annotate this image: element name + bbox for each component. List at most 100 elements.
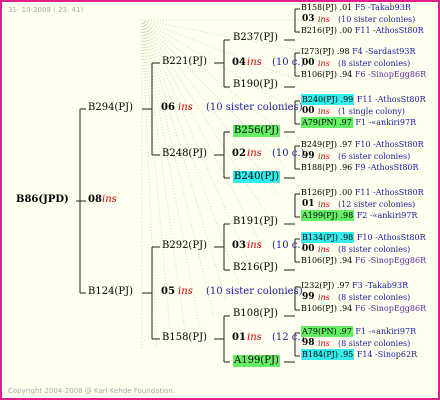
ancestor-location: F2 -«ankiri97R <box>356 211 418 220</box>
ancestor-note: (1 single colony) <box>338 107 405 116</box>
parent-name: B124(PJ) <box>88 286 133 297</box>
ancestor-note: (6 sister colonies) <box>338 152 411 161</box>
ancestor-location: F3 -Takab93R <box>352 281 409 290</box>
grandparent-name: B158(PJ) <box>162 332 207 343</box>
ancestor-ins: ins <box>318 59 330 68</box>
ancestor-row: B184(PJ) .95 F14 -Sinop62R <box>301 349 418 360</box>
ancestor-ins: ins <box>318 245 330 254</box>
grandparent-year: 03 <box>232 240 246 251</box>
grandparent-note: (10 c.) <box>272 148 305 159</box>
grandparent-name: B292(PJ) <box>162 240 207 251</box>
ancestor-name-value: A199(PJ) .98 <box>301 210 355 221</box>
ancestor-name: B249(PJ) <box>301 140 337 149</box>
grandparent-ins: ins <box>247 148 262 159</box>
ancestor-row: B106(PJ) .94 F6 -SinopEgg86R <box>301 305 426 313</box>
ancestor-value: .94 <box>339 256 353 265</box>
great-grandparent-name: B190(PJ) <box>233 79 278 90</box>
ancestor-row: B134(PJ) .98 F10 -AthosSt80R <box>301 232 426 243</box>
ancestor-ins: ins <box>318 15 330 24</box>
ancestor-location: F11 -AthosSt80R <box>354 26 424 35</box>
ancestor-row: B188(PJ) .96 F9 -AthosSt80R <box>301 164 419 172</box>
ancestor-name-value: B106(PJ) .94 <box>301 304 352 313</box>
parent-year: 05 <box>161 286 175 297</box>
ancestor-name: B106(PJ) <box>301 70 337 79</box>
ancestor-value: .94 <box>339 304 353 313</box>
ancestor-value: .00 <box>339 26 353 35</box>
ancestor-value: .98 <box>336 47 350 56</box>
ancestor-name: A79(PN) <box>302 118 337 127</box>
ancestor-location: F10 -AthosSt80R <box>356 233 426 242</box>
great-grandparent-name: B237(PJ) <box>233 32 278 43</box>
ancestor-value: .98 <box>340 211 354 220</box>
pedigree-frame: 31- 10-2008 ( 23: 41) B86(JPD) 08 ins B294(… <box>0 0 440 400</box>
ancestor-year: 99 <box>302 151 315 161</box>
ancestor-value: .96 <box>339 163 353 172</box>
ancestor-name-value: B106(PJ) .94 <box>301 256 352 265</box>
ancestor-note: (8 sister colonies) <box>338 59 411 68</box>
ancestor-value: .97 <box>339 118 352 127</box>
ancestor-name: I232(PJ) <box>301 281 335 290</box>
great-grandparent-name: A199(PJ) <box>233 355 280 367</box>
ancestor-name: B134(PJ) <box>302 233 338 242</box>
ancestor-location: F4 -Sardast93R <box>352 47 416 56</box>
ancestor-year: 99 <box>302 292 315 302</box>
ancestor-name-value: I273(PJ) .98 <box>301 47 350 56</box>
ancestor-name-value: A79(PN) .97 <box>301 326 353 337</box>
ancestor-location: F1 -«ankiri97R <box>355 118 417 127</box>
grandparent-ins: ins <box>247 332 262 343</box>
grandparent-note: (10 c.) <box>272 56 305 68</box>
ancestor-name-value: B249(PJ) .97 <box>301 140 352 149</box>
parent-note: (10 sister colonies) <box>206 286 303 297</box>
ancestor-name: B158(PJ) <box>301 3 337 12</box>
ancestor-value: .00 <box>339 188 353 197</box>
ancestor-row: B158(PJ) .01 F5 -Takab93R <box>301 4 411 12</box>
copyright-text: Copyright 2004-2008 @ Karl Kehde Foundat… <box>8 387 176 395</box>
parent-name: B294(PJ) <box>88 102 133 113</box>
ancestor-name: B240(PJ) <box>302 95 338 104</box>
ancestor-location: F11 -AthosSt80R <box>354 188 424 197</box>
ancestor-name: A199(PJ) <box>302 211 338 220</box>
grandparent-note: (10 c.) <box>272 240 305 251</box>
ancestor-value: .97 <box>336 281 350 290</box>
ancestor-name-value: B188(PJ) .96 <box>301 163 352 172</box>
ancestor-name-value: A79(PN) .97 <box>301 117 353 128</box>
ancestor-row: A199(PJ) .98 F2 -«ankiri97R <box>301 210 418 221</box>
ancestor-note: (8 sister colonies) <box>338 245 411 254</box>
grandparent-year: 04 <box>232 56 246 68</box>
ancestor-name: A79(PN) <box>302 327 337 336</box>
ancestor-value: .97 <box>339 327 352 336</box>
grandparent-ins: ins <box>247 240 262 251</box>
ancestor-year: 00 <box>302 106 315 116</box>
ancestor-location: F14 -Sinop62R <box>356 350 418 359</box>
ancestor-ins: ins <box>318 293 330 302</box>
ancestor-name-value: B184(PJ) .95 <box>301 349 355 360</box>
ancestor-value: .97 <box>339 140 353 149</box>
grandparent-name: B248(PJ) <box>162 148 207 159</box>
ancestor-year: 00 <box>302 58 315 68</box>
ancestor-name-value: B216(PJ) .00 <box>301 26 352 35</box>
ancestor-ins: ins <box>318 339 330 348</box>
ancestor-note: (8 sister colonies) <box>338 293 411 302</box>
ancestor-row: B216(PJ) .00 F11 -AthosSt80R <box>301 27 424 35</box>
pedigree-tree: B86(JPD) 08 ins B294(PJ) 06 B124(PJ) 05 ins (10 … <box>2 2 438 398</box>
parent-note: (10 sister colonies) <box>206 102 303 113</box>
ancestor-ins: ins <box>318 152 330 161</box>
ancestor-value: .94 <box>339 70 353 79</box>
ancestor-row: B240(PJ) .99 F11 -AthosSt80R <box>301 94 426 105</box>
ancestor-value: .99 <box>340 95 354 104</box>
grandparent-name: B221(PJ) <box>162 56 207 67</box>
ancestor-value: .01 <box>339 3 353 12</box>
ancestor-note: (12 sister colonies) <box>338 200 416 209</box>
ancestor-note: (8 sister colonies) <box>338 339 411 348</box>
ancestor-name: B106(PJ) <box>301 304 337 313</box>
ancestor-name: I273(PJ) <box>301 47 335 56</box>
ancestor-row: B106(PJ) .94 F6 -SinopEgg86R <box>301 71 426 79</box>
grandparent-note: (12 c.) <box>272 332 305 343</box>
ancestor-location: F11 -AthosSt80R <box>356 95 426 104</box>
ancestor-name: B126(PJ) <box>301 188 337 197</box>
root-name: B86(JPD) <box>16 194 69 205</box>
ancestor-name: B188(PJ) <box>301 163 337 172</box>
parent-ins: ins <box>178 102 193 113</box>
ancestor-row: B249(PJ) .97 F10 -AthosSt80R <box>301 141 424 149</box>
root-ins: ins <box>102 194 117 205</box>
